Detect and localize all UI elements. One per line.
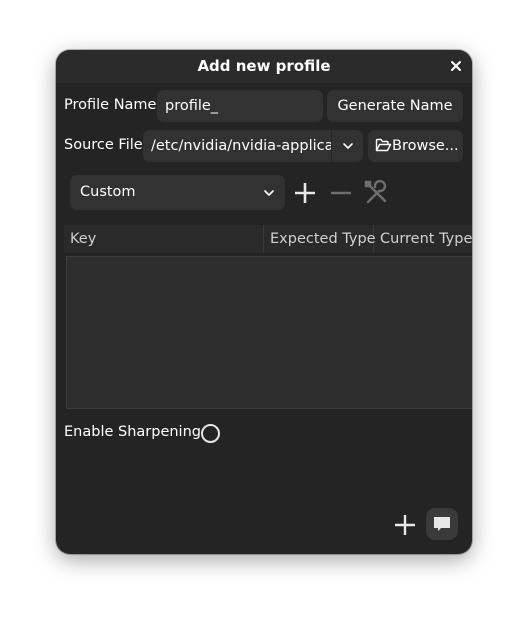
source-file-label: Source File [64, 137, 143, 153]
column-header-key[interactable]: Key [64, 225, 264, 253]
enable-sharpening-toggle[interactable] [201, 424, 220, 443]
source-file-input[interactable]: /etc/nvidia/nvidia-applicat [143, 130, 331, 162]
column-header-expected-type[interactable]: Expected Type [264, 225, 376, 253]
profile-name-label: Profile Name [64, 97, 157, 113]
remove-preset-button[interactable] [328, 180, 354, 206]
add-button[interactable] [392, 512, 418, 538]
folder-open-icon [375, 138, 392, 152]
dialog-title: Add new profile [197, 57, 331, 75]
titlebar: Add new profile [56, 50, 472, 83]
source-file-dropdown-button[interactable] [331, 130, 363, 162]
generate-name-button[interactable]: Generate Name [327, 90, 463, 122]
table-header: Key Expected Type Current Type [64, 225, 472, 254]
preset-selected-label: Custom [80, 184, 136, 200]
chevron-down-icon [343, 143, 353, 149]
enable-sharpening-label: Enable Sharpening [64, 424, 201, 440]
wrench-screwdriver-icon [364, 179, 387, 204]
browse-button-label: Browse... [392, 138, 459, 154]
chevron-down-icon [264, 190, 274, 196]
add-preset-button[interactable] [292, 180, 318, 206]
column-header-current-type[interactable]: Current Type [374, 225, 472, 253]
profile-name-input[interactable]: profile_ [157, 90, 323, 122]
plus-icon [295, 183, 315, 203]
message-icon [434, 517, 450, 531]
profile-table: Key Expected Type Current Type [64, 225, 472, 411]
browse-button[interactable]: Browse... [368, 130, 463, 162]
close-icon [451, 61, 461, 71]
minus-icon [331, 191, 351, 195]
plus-icon [395, 515, 415, 535]
edit-preset-button[interactable] [363, 179, 391, 207]
message-button[interactable] [426, 508, 458, 540]
add-profile-dialog: Add new profile Profile Name profile_ Ge… [56, 50, 472, 554]
table-body[interactable] [66, 256, 472, 409]
close-button[interactable] [447, 57, 465, 75]
preset-dropdown[interactable]: Custom [70, 175, 285, 210]
